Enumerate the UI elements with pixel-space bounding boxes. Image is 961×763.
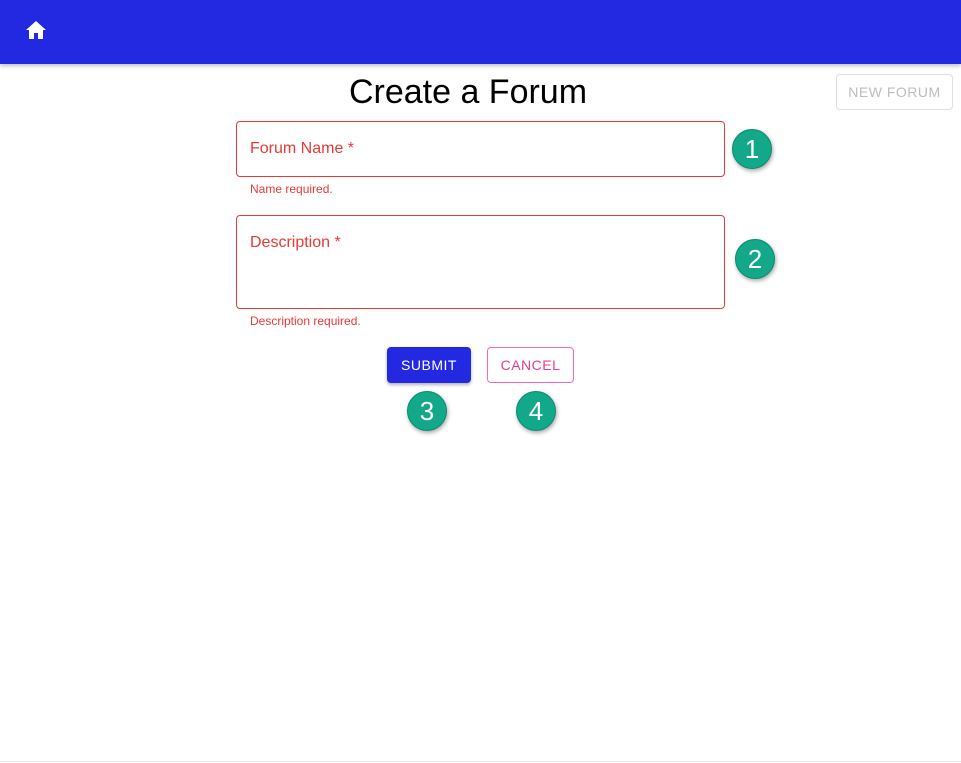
step-marker-4: 4 bbox=[516, 391, 556, 431]
forum-name-error: Name required. bbox=[250, 182, 333, 196]
home-icon bbox=[26, 20, 46, 44]
page-title: Create a Forum bbox=[348, 73, 588, 111]
new-forum-button[interactable]: NEW FORUM bbox=[836, 74, 953, 110]
home-button[interactable] bbox=[20, 16, 52, 48]
cancel-button[interactable]: CANCEL bbox=[487, 347, 574, 383]
divider bbox=[0, 761, 961, 762]
forum-name-field[interactable]: Forum Name * bbox=[236, 121, 725, 177]
step-marker-1: 1 bbox=[732, 129, 772, 169]
description-error: Description required. bbox=[250, 314, 361, 328]
step-marker-2: 2 bbox=[735, 239, 775, 279]
forum-name-label: Forum Name * bbox=[250, 140, 355, 157]
description-label: Description * bbox=[250, 234, 341, 251]
description-field[interactable]: Description * bbox=[236, 215, 725, 309]
submit-button[interactable]: SUBMIT bbox=[387, 347, 471, 383]
app-bar bbox=[0, 0, 961, 64]
step-marker-3: 3 bbox=[407, 391, 447, 431]
forum-name-input[interactable] bbox=[250, 162, 711, 174]
description-input[interactable] bbox=[250, 258, 711, 302]
